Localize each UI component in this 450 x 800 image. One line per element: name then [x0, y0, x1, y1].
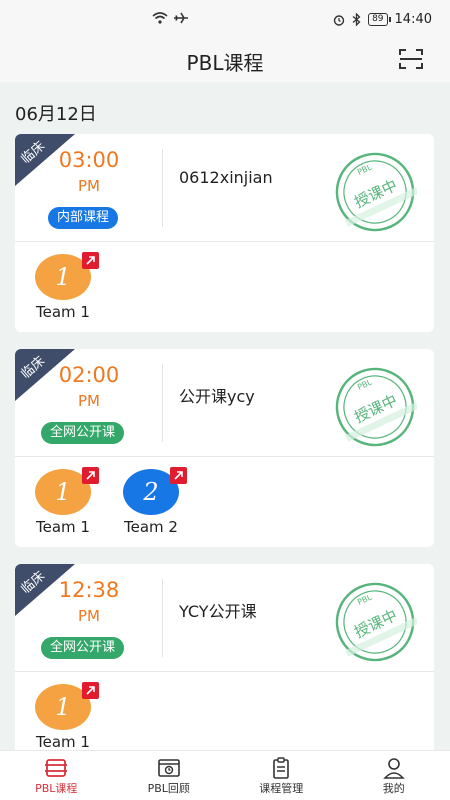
course-time: 12:38	[58, 578, 120, 602]
team-badge[interactable]: 2	[123, 467, 187, 515]
course-type-tag: 内部课程	[48, 207, 119, 229]
course-ampm: PM	[78, 177, 100, 195]
course-name: 0612xinjian	[179, 168, 273, 187]
course-list[interactable]: 06月12日 临床 03:00 PM 内部课程 0612xinjian PBL …	[0, 82, 450, 750]
team-label: Team 1	[36, 733, 90, 750]
status-time: 14:40	[394, 12, 432, 27]
course-name: YCY公开课	[179, 602, 257, 621]
svg-text:PBL: PBL	[356, 592, 374, 607]
in-session-stamp-icon: PBL 授课中	[335, 152, 417, 232]
airplane-icon	[174, 12, 188, 24]
clipboard-icon	[273, 757, 290, 779]
team-badge[interactable]: 1	[35, 682, 99, 730]
enter-team-icon[interactable]	[82, 467, 99, 484]
enter-team-icon[interactable]	[170, 467, 187, 484]
course-time: 02:00	[58, 363, 120, 387]
tab-pbl-review[interactable]: PBL回顾	[113, 751, 226, 800]
team-item[interactable]: 1 Team 1	[28, 682, 99, 750]
scan-button[interactable]	[398, 47, 424, 71]
status-bar: 89 14:40	[0, 0, 450, 38]
svg-text:PBL: PBL	[356, 377, 374, 392]
enter-team-icon[interactable]	[82, 682, 99, 699]
divider	[162, 579, 163, 657]
tab-course-management[interactable]: 课程管理	[225, 751, 338, 800]
course-card[interactable]: 临床 02:00 PM 全网公开课 公开课ycy PBL 授课中 1 Team …	[15, 349, 434, 547]
course-ampm: PM	[78, 392, 100, 410]
app-bar: PBL课程	[0, 38, 450, 82]
course-icon	[45, 759, 68, 777]
review-icon	[157, 759, 180, 777]
alarm-icon	[333, 14, 345, 26]
profile-icon	[382, 758, 405, 779]
team-item[interactable]: 1 Team 1	[28, 252, 99, 321]
tab-profile[interactable]: 我的	[338, 751, 450, 800]
team-label: Team 1	[36, 303, 90, 321]
team-badge[interactable]: 1	[35, 467, 99, 515]
team-label: Team 2	[124, 518, 178, 536]
course-type-tag: 全网公开课	[41, 637, 125, 659]
team-item[interactable]: 2 Team 2	[116, 467, 187, 536]
divider	[162, 364, 163, 442]
in-session-stamp-icon: PBL 授课中	[335, 367, 417, 447]
battery-indicator: 89	[368, 13, 392, 26]
bottom-tab-bar: PBL课程 PBL回顾 课程管理 我的	[0, 750, 450, 800]
course-ampm: PM	[78, 607, 100, 625]
team-item[interactable]: 1 Team 1	[28, 467, 99, 536]
bluetooth-icon	[352, 13, 361, 26]
in-session-stamp-icon: PBL 授课中	[335, 582, 417, 662]
svg-text:PBL: PBL	[356, 162, 374, 177]
wifi-icon	[152, 12, 168, 24]
course-name: 公开课ycy	[179, 387, 255, 406]
course-time: 03:00	[58, 148, 120, 172]
team-badge[interactable]: 1	[35, 252, 99, 300]
page-title: PBL课程	[186, 51, 264, 75]
tab-pbl-course[interactable]: PBL课程	[0, 751, 113, 800]
course-card[interactable]: 临床 12:38 PM 全网公开课 YCY公开课 PBL 授课中 1 Team …	[15, 564, 434, 750]
divider	[162, 149, 163, 227]
date-label: 06月12日	[15, 104, 97, 125]
scan-icon	[399, 49, 423, 69]
course-card[interactable]: 临床 03:00 PM 内部课程 0612xinjian PBL 授课中 1 T…	[15, 134, 434, 332]
course-type-tag: 全网公开课	[41, 422, 125, 444]
enter-team-icon[interactable]	[82, 252, 99, 269]
team-label: Team 1	[36, 518, 90, 536]
